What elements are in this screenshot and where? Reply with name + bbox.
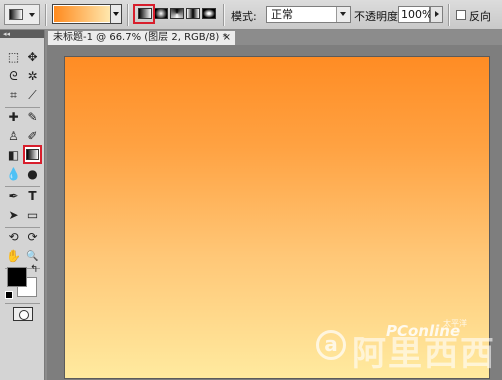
tool-preset-picker[interactable]: [4, 4, 40, 25]
document-tab[interactable]: 未标题-1 @ 66.7% (图层 2, RGB/8) * ×: [47, 30, 236, 45]
eraser-tool-icon[interactable]: ◧: [5, 147, 22, 164]
separator: [45, 4, 47, 26]
reflected-gradient-button[interactable]: [186, 8, 200, 19]
toolbox-collapse-handle[interactable]: ◂◂: [0, 30, 44, 38]
gradient-tool-button[interactable]: [23, 145, 42, 164]
reverse-label: 反向: [469, 10, 491, 23]
dodge-tool-icon[interactable]: ●: [24, 166, 41, 183]
3d-orbit-tool-icon[interactable]: ⟳: [24, 229, 41, 246]
reverse-checkbox[interactable]: [456, 10, 466, 20]
zoom-tool-icon[interactable]: 🔍: [24, 248, 41, 265]
radial-gradient-button[interactable]: [154, 8, 168, 19]
gradient-tool-icon: [26, 149, 39, 160]
diamond-gradient-button[interactable]: [202, 8, 216, 19]
separator: [127, 4, 129, 26]
watermark-logo: a: [316, 330, 346, 360]
chevron-down-icon[interactable]: [336, 7, 350, 22]
3d-rotate-tool-icon[interactable]: ⟲: [5, 229, 22, 246]
separator: [448, 4, 450, 26]
close-icon[interactable]: ×: [223, 31, 231, 44]
marquee-tool-icon[interactable]: ⬚: [5, 49, 22, 66]
quick-mask-icon[interactable]: [13, 307, 33, 321]
angle-gradient-button[interactable]: [170, 8, 184, 19]
mode-label: 模式:: [231, 10, 257, 23]
mode-select[interactable]: 正常: [266, 6, 351, 23]
toolbox-divider: [5, 107, 40, 108]
watermark-small-text: 太平洋: [443, 319, 467, 328]
path-selection-tool-icon[interactable]: ➤: [5, 207, 22, 224]
brush-tool-icon[interactable]: ✎: [24, 109, 41, 126]
gradient-preview-swatch[interactable]: [54, 6, 111, 22]
gradient-picker[interactable]: [52, 4, 122, 24]
lasso-tool-icon[interactable]: ᘓ: [5, 68, 22, 85]
mode-select-value: 正常: [271, 8, 293, 21]
shape-tool-icon[interactable]: ▭: [24, 207, 41, 224]
selected-gradient-type-highlight: [133, 4, 155, 24]
crop-tool-icon[interactable]: ⌗: [5, 87, 22, 104]
hand-tool-icon[interactable]: ✋: [5, 248, 22, 265]
toolbox-divider: [5, 303, 40, 304]
swap-colors-icon[interactable]: ↰: [30, 264, 38, 275]
toolbox-panel: ◂◂ ⬚ ✥ ᘓ ✲ ⌗ ⟋ ✚ ✎ ♙ ✐ ◧ 💧 ● ✒ T ➤ ▭ ⟲ ⟳…: [0, 30, 45, 380]
pen-tool-icon[interactable]: ✒: [5, 188, 22, 205]
default-colors-icon[interactable]: [5, 291, 13, 299]
toolbox-divider: [5, 186, 40, 187]
gradient-tool-icon: [9, 9, 23, 20]
eyedropper-tool-icon[interactable]: ⟋: [24, 87, 41, 104]
opacity-value: 100%: [401, 8, 433, 21]
opacity-input[interactable]: 100%: [398, 6, 433, 23]
gradient-picker-dropdown-button[interactable]: [110, 5, 121, 23]
type-tool-icon[interactable]: T: [24, 188, 41, 205]
history-brush-tool-icon[interactable]: ✐: [24, 128, 41, 145]
blur-tool-icon[interactable]: 💧: [5, 166, 22, 183]
opacity-label: 不透明度:: [354, 10, 402, 23]
magic-wand-tool-icon[interactable]: ✲: [24, 68, 41, 85]
document-tab-title: 未标题-1 @ 66.7% (图层 2, RGB/8) *: [53, 32, 228, 43]
healing-brush-tool-icon[interactable]: ✚: [5, 109, 22, 126]
toolbox-divider: [5, 227, 40, 228]
separator: [223, 4, 225, 26]
foreground-color-swatch[interactable]: [7, 267, 27, 287]
opacity-slider-button[interactable]: [430, 6, 443, 23]
move-tool-icon[interactable]: ✥: [24, 49, 41, 66]
chevron-down-icon: [29, 13, 35, 17]
options-bar: 模式: 正常 不透明度: 100% 反向: [0, 0, 502, 30]
clone-stamp-tool-icon[interactable]: ♙: [5, 128, 22, 145]
